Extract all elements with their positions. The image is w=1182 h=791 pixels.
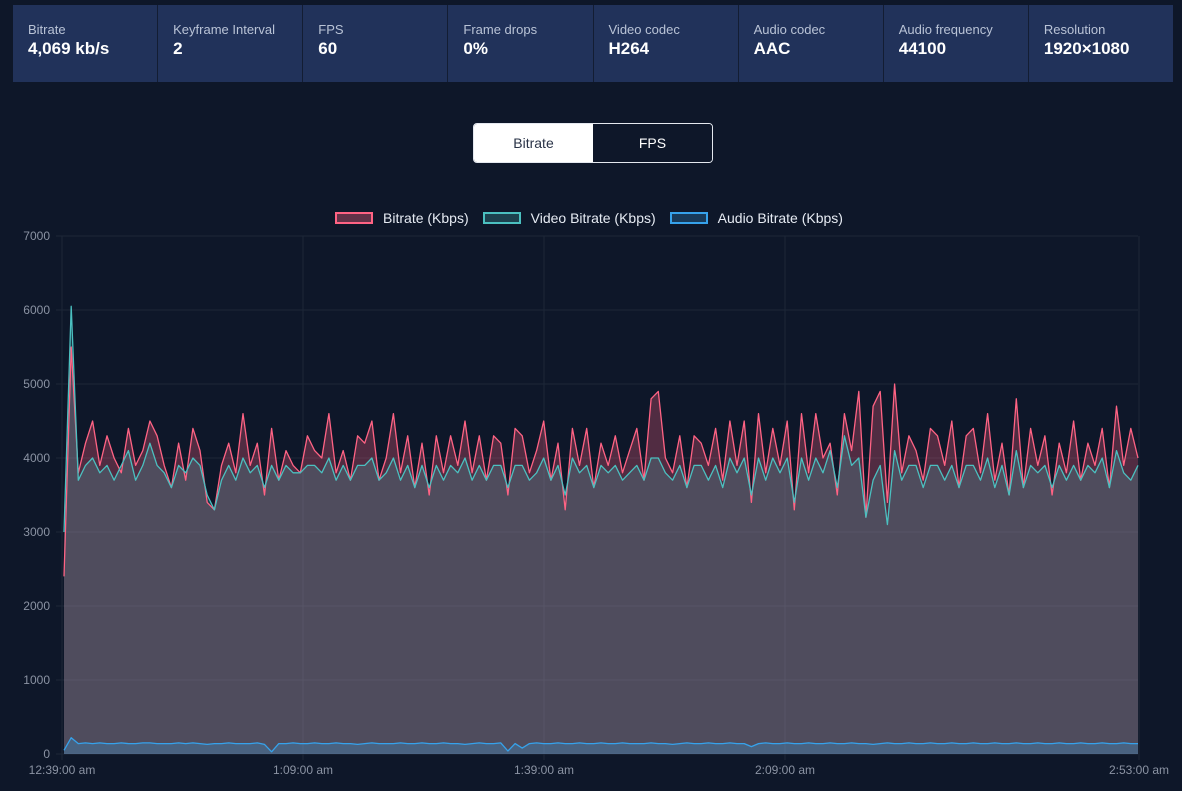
x-tick-label: 1:39:00 am xyxy=(514,763,574,777)
legend-swatch-audio-bitrate xyxy=(669,212,708,224)
bitrate-tab-button[interactable]: Bitrate xyxy=(474,124,593,162)
y-axis-ticks: 0 1000 2000 3000 4000 5000 6000 7000 xyxy=(23,229,50,761)
y-tick-label: 3000 xyxy=(23,525,50,539)
stat-value: 60 xyxy=(318,39,338,58)
legend-label: Bitrate (Kbps) xyxy=(383,210,469,226)
x-axis-ticks: 12:39:00 am 1:09:00 am 1:39:00 am 2:09:00 a… xyxy=(29,763,1169,777)
stat-resolution: Resolution 1920×1080 xyxy=(1028,5,1173,82)
bitrate-chart: 0 1000 2000 3000 4000 5000 6000 7000 12:39:00 a… xyxy=(23,229,1169,777)
stat-label: Video codec xyxy=(608,22,680,37)
stat-label: Keyframe Interval xyxy=(173,22,275,37)
y-tick-label: 4000 xyxy=(23,451,50,465)
legend-label: Video Bitrate (Kbps) xyxy=(530,210,656,226)
stat-label: Audio codec xyxy=(753,22,826,37)
legend-item-audio-bitrate[interactable]: Audio Bitrate (Kbps) xyxy=(669,210,843,226)
legend-item-video-bitrate[interactable]: Video Bitrate (Kbps) xyxy=(482,210,656,226)
stat-label: Bitrate xyxy=(28,22,66,37)
x-tick-label: 12:39:00 am xyxy=(29,763,96,777)
stat-frame-drops: Frame drops 0% xyxy=(448,5,594,82)
legend-swatch-video-bitrate xyxy=(482,212,521,224)
stat-value: 44100 xyxy=(898,39,947,58)
x-tick-label: 2:09:00 am xyxy=(755,763,815,777)
y-tick-label: 7000 xyxy=(23,229,50,243)
legend-label: Audio Bitrate (Kbps) xyxy=(717,210,843,226)
stat-label: FPS xyxy=(318,22,344,37)
video-bitrate-area xyxy=(64,306,1138,754)
stat-audio-frequency: Audio frequency 44100 xyxy=(883,5,1029,82)
stat-value: 2 xyxy=(173,39,183,58)
stat-value: H264 xyxy=(608,39,650,58)
chart-areas xyxy=(64,306,1138,754)
stat-label: Audio frequency xyxy=(898,22,993,37)
legend-swatch-bitrate xyxy=(335,212,374,224)
stat-value: 1920×1080 xyxy=(1043,39,1130,58)
y-tick-label: 1000 xyxy=(23,673,50,687)
stat-label: Frame drops xyxy=(463,22,538,37)
stat-keyframe-interval: Keyframe Interval 2 xyxy=(158,5,304,82)
y-tick-label: 2000 xyxy=(23,599,50,613)
y-tick-label: 6000 xyxy=(23,303,50,317)
x-tick-label: 2:53:00 am xyxy=(1109,763,1169,777)
stat-value: 0% xyxy=(463,39,488,58)
stat-value: AAC xyxy=(753,39,791,58)
chart-mode-toggle: Bitrate FPS xyxy=(473,123,713,163)
x-tick-label: 1:09:00 am xyxy=(273,763,333,777)
chart-legend: Bitrate (Kbps) Video Bitrate (Kbps) Audi… xyxy=(0,210,1182,226)
stats-bar: Bitrate 4,069 kb/s Keyframe Interval 2 F… xyxy=(13,5,1173,82)
stat-value: 4,069 kb/s xyxy=(28,39,110,58)
y-tick-label: 0 xyxy=(43,747,50,761)
stat-fps: FPS 60 xyxy=(303,5,449,82)
fps-tab-button[interactable]: FPS xyxy=(593,124,712,162)
legend-item-bitrate[interactable]: Bitrate (Kbps) xyxy=(335,210,469,226)
stat-video-codec: Video codec H264 xyxy=(593,5,739,82)
stat-label: Resolution xyxy=(1043,22,1106,37)
stat-bitrate: Bitrate 4,069 kb/s xyxy=(13,5,159,82)
y-tick-label: 5000 xyxy=(23,377,50,391)
stat-audio-codec: Audio codec AAC xyxy=(738,5,884,82)
